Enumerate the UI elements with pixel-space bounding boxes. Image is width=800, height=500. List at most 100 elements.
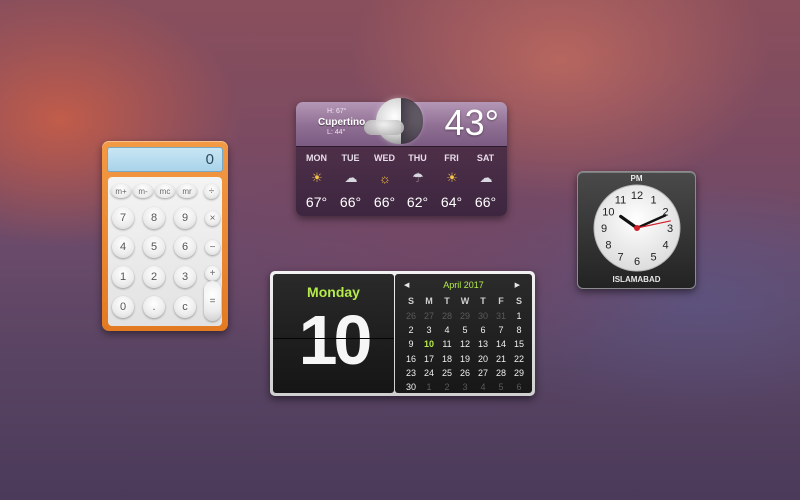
forecast-day-name: WED <box>374 153 395 163</box>
forecast-day-name: MON <box>306 153 327 163</box>
calendar-day-cell[interactable]: 10 <box>421 339 437 349</box>
calendar-day-cell[interactable]: 1 <box>511 311 527 321</box>
weather-forecast: MON ☀ 67° TUE ☁ 66° WED ☼ 66° THU ☂ 62° … <box>296 146 507 216</box>
memory-recall-button[interactable]: mr <box>177 184 197 198</box>
sun-cloud-icon: ☀ <box>311 170 323 185</box>
forecast-day: SAT ☁ 66° <box>468 147 503 217</box>
multiply-button[interactable]: × <box>205 211 220 226</box>
calendar-day-cell[interactable]: 3 <box>457 382 473 392</box>
calendar-widget[interactable]: Monday 10 ◀ April 2017 ▶ S M T W T F S 26 27 28 29… <box>270 271 535 396</box>
calendar-day-cell[interactable]: 31 <box>493 311 509 321</box>
calendar-day-cell[interactable]: 28 <box>439 311 455 321</box>
calendar-day-cell[interactable]: 17 <box>421 354 437 364</box>
add-button[interactable]: + <box>205 266 220 281</box>
world-clock-widget[interactable]: PM 12 1 2 3 4 5 6 7 8 9 10 11 ISLAMABAD <box>577 171 696 289</box>
calendar-day-cell[interactable]: 21 <box>493 354 509 364</box>
digit-2-button[interactable]: 2 <box>143 266 165 288</box>
calendar-day-cell[interactable]: 19 <box>457 354 473 364</box>
forecast-day-name: SAT <box>476 153 495 163</box>
calendar-day-cell[interactable]: 6 <box>511 382 527 392</box>
digit-4-button[interactable]: 4 <box>112 236 134 258</box>
calendar-day-panel[interactable]: Monday 10 <box>273 274 394 393</box>
calendar-day-cell[interactable]: 8 <box>511 325 527 335</box>
calendar-day-cell[interactable]: 23 <box>403 368 419 378</box>
clock-numeral: 1 <box>650 194 656 206</box>
calendar-weekday-header: T <box>444 296 450 306</box>
calendar-day-cell[interactable]: 5 <box>493 382 509 392</box>
calendar-day-cell[interactable]: 1 <box>421 382 437 392</box>
forecast-day-temp: 66° <box>373 194 396 210</box>
forecast-day: MON ☀ 67° <box>299 147 334 217</box>
weather-low: L: 44° <box>327 129 346 136</box>
memory-clear-button[interactable]: mc <box>155 184 175 198</box>
memory-plus-button[interactable]: m+ <box>111 184 131 198</box>
calendar-day-cell[interactable]: 26 <box>403 311 419 321</box>
equals-button[interactable]: = <box>204 281 221 321</box>
digit-8-button[interactable]: 8 <box>143 207 165 229</box>
calendar-weekday-header: S <box>515 296 522 306</box>
digit-9-button[interactable]: 9 <box>174 207 196 229</box>
digit-1-button[interactable]: 1 <box>112 266 134 288</box>
digit-5-button[interactable]: 5 <box>143 236 165 258</box>
clock-numeral: 6 <box>634 256 640 268</box>
subtract-button[interactable]: − <box>205 240 220 255</box>
forecast-day-temp: 62° <box>406 194 429 210</box>
calendar-day-number: 10 <box>298 301 373 379</box>
clock-center-pin <box>634 225 640 231</box>
calendar-weekday-header: T <box>480 296 486 306</box>
calendar-day-cell[interactable]: 5 <box>457 325 473 335</box>
clear-button[interactable]: c <box>174 296 196 318</box>
calendar-weekday-header: S <box>407 296 414 306</box>
forecast-day: TUE ☁ 66° <box>333 147 368 217</box>
calendar-day-cell[interactable]: 27 <box>421 311 437 321</box>
calendar-weekday-header: M <box>425 296 433 306</box>
clock-ampm: PM <box>630 174 643 183</box>
calculator-keypad: m+ m- mc mr ÷ 7 8 9 × 4 5 6 − 1 2 3 + 0 … <box>108 177 222 326</box>
calendar-day-cell[interactable]: 2 <box>439 382 455 392</box>
calendar-day-cell[interactable]: 7 <box>493 325 509 335</box>
calendar-day-cell[interactable]: 29 <box>457 311 473 321</box>
calendar-day-cell[interactable]: 4 <box>439 325 455 335</box>
calendar-day-cell[interactable]: 30 <box>403 382 419 392</box>
divide-button[interactable]: ÷ <box>204 184 219 199</box>
calendar-day-cell[interactable]: 20 <box>475 354 491 364</box>
calendar-day-cell[interactable]: 14 <box>493 339 509 349</box>
calendar-day-cell[interactable]: 26 <box>457 368 473 378</box>
forecast-day-temp: 66° <box>474 194 497 210</box>
clock-numeral: 9 <box>601 223 607 235</box>
calendar-day-cell[interactable]: 29 <box>511 368 527 378</box>
calendar-day-cell[interactable]: 13 <box>475 339 491 349</box>
calendar-day-cell[interactable]: 9 <box>403 339 419 349</box>
calendar-day-cell[interactable]: 2 <box>403 325 419 335</box>
forecast-day-name: THU <box>408 153 427 163</box>
calendar-day-cell[interactable]: 16 <box>403 354 419 364</box>
clock-city: ISLAMABAD <box>612 275 661 284</box>
calendar-month-panel[interactable]: ◀ April 2017 ▶ S M T W T F S 26 27 28 29 30 31 1 2 3 4 5 6… <box>395 274 532 393</box>
calendar-day-cell[interactable]: 12 <box>457 339 473 349</box>
calendar-day-cell[interactable]: 22 <box>511 354 527 364</box>
calendar-day-cell[interactable]: 27 <box>475 368 491 378</box>
calendar-day-cell[interactable]: 3 <box>421 325 437 335</box>
weather-city: Cupertino <box>318 117 366 128</box>
calendar-day-cell[interactable]: 30 <box>475 311 491 321</box>
digit-3-button[interactable]: 3 <box>174 266 196 288</box>
next-month-icon[interactable]: ▶ <box>515 281 520 289</box>
digit-7-button[interactable]: 7 <box>112 207 134 229</box>
decimal-button[interactable]: . <box>143 296 165 318</box>
calendar-day-cell[interactable]: 28 <box>493 368 509 378</box>
weather-widget[interactable]: H: 67° Cupertino L: 44° 43° MON ☀ 67° TU… <box>296 98 507 216</box>
calendar-day-cell[interactable]: 24 <box>421 368 437 378</box>
calculator-widget[interactable]: 0 m+ m- mc mr ÷ 7 8 9 × 4 5 6 − 1 2 3 + … <box>102 141 228 331</box>
memory-minus-button[interactable]: m- <box>133 184 153 198</box>
calendar-day-cell[interactable]: 11 <box>439 339 455 349</box>
digit-6-button[interactable]: 6 <box>174 236 196 258</box>
calendar-day-cell[interactable]: 18 <box>439 354 455 364</box>
rain-icon: ☂ <box>412 170 424 185</box>
digit-0-button[interactable]: 0 <box>112 296 134 318</box>
forecast-day: THU ☂ 62° <box>400 147 435 217</box>
calendar-day-cell[interactable]: 4 <box>475 382 491 392</box>
calendar-day-cell[interactable]: 25 <box>439 368 455 378</box>
calculator-display: 0 <box>107 147 223 172</box>
calendar-day-cell[interactable]: 6 <box>475 325 491 335</box>
calendar-day-cell[interactable]: 15 <box>511 339 527 349</box>
